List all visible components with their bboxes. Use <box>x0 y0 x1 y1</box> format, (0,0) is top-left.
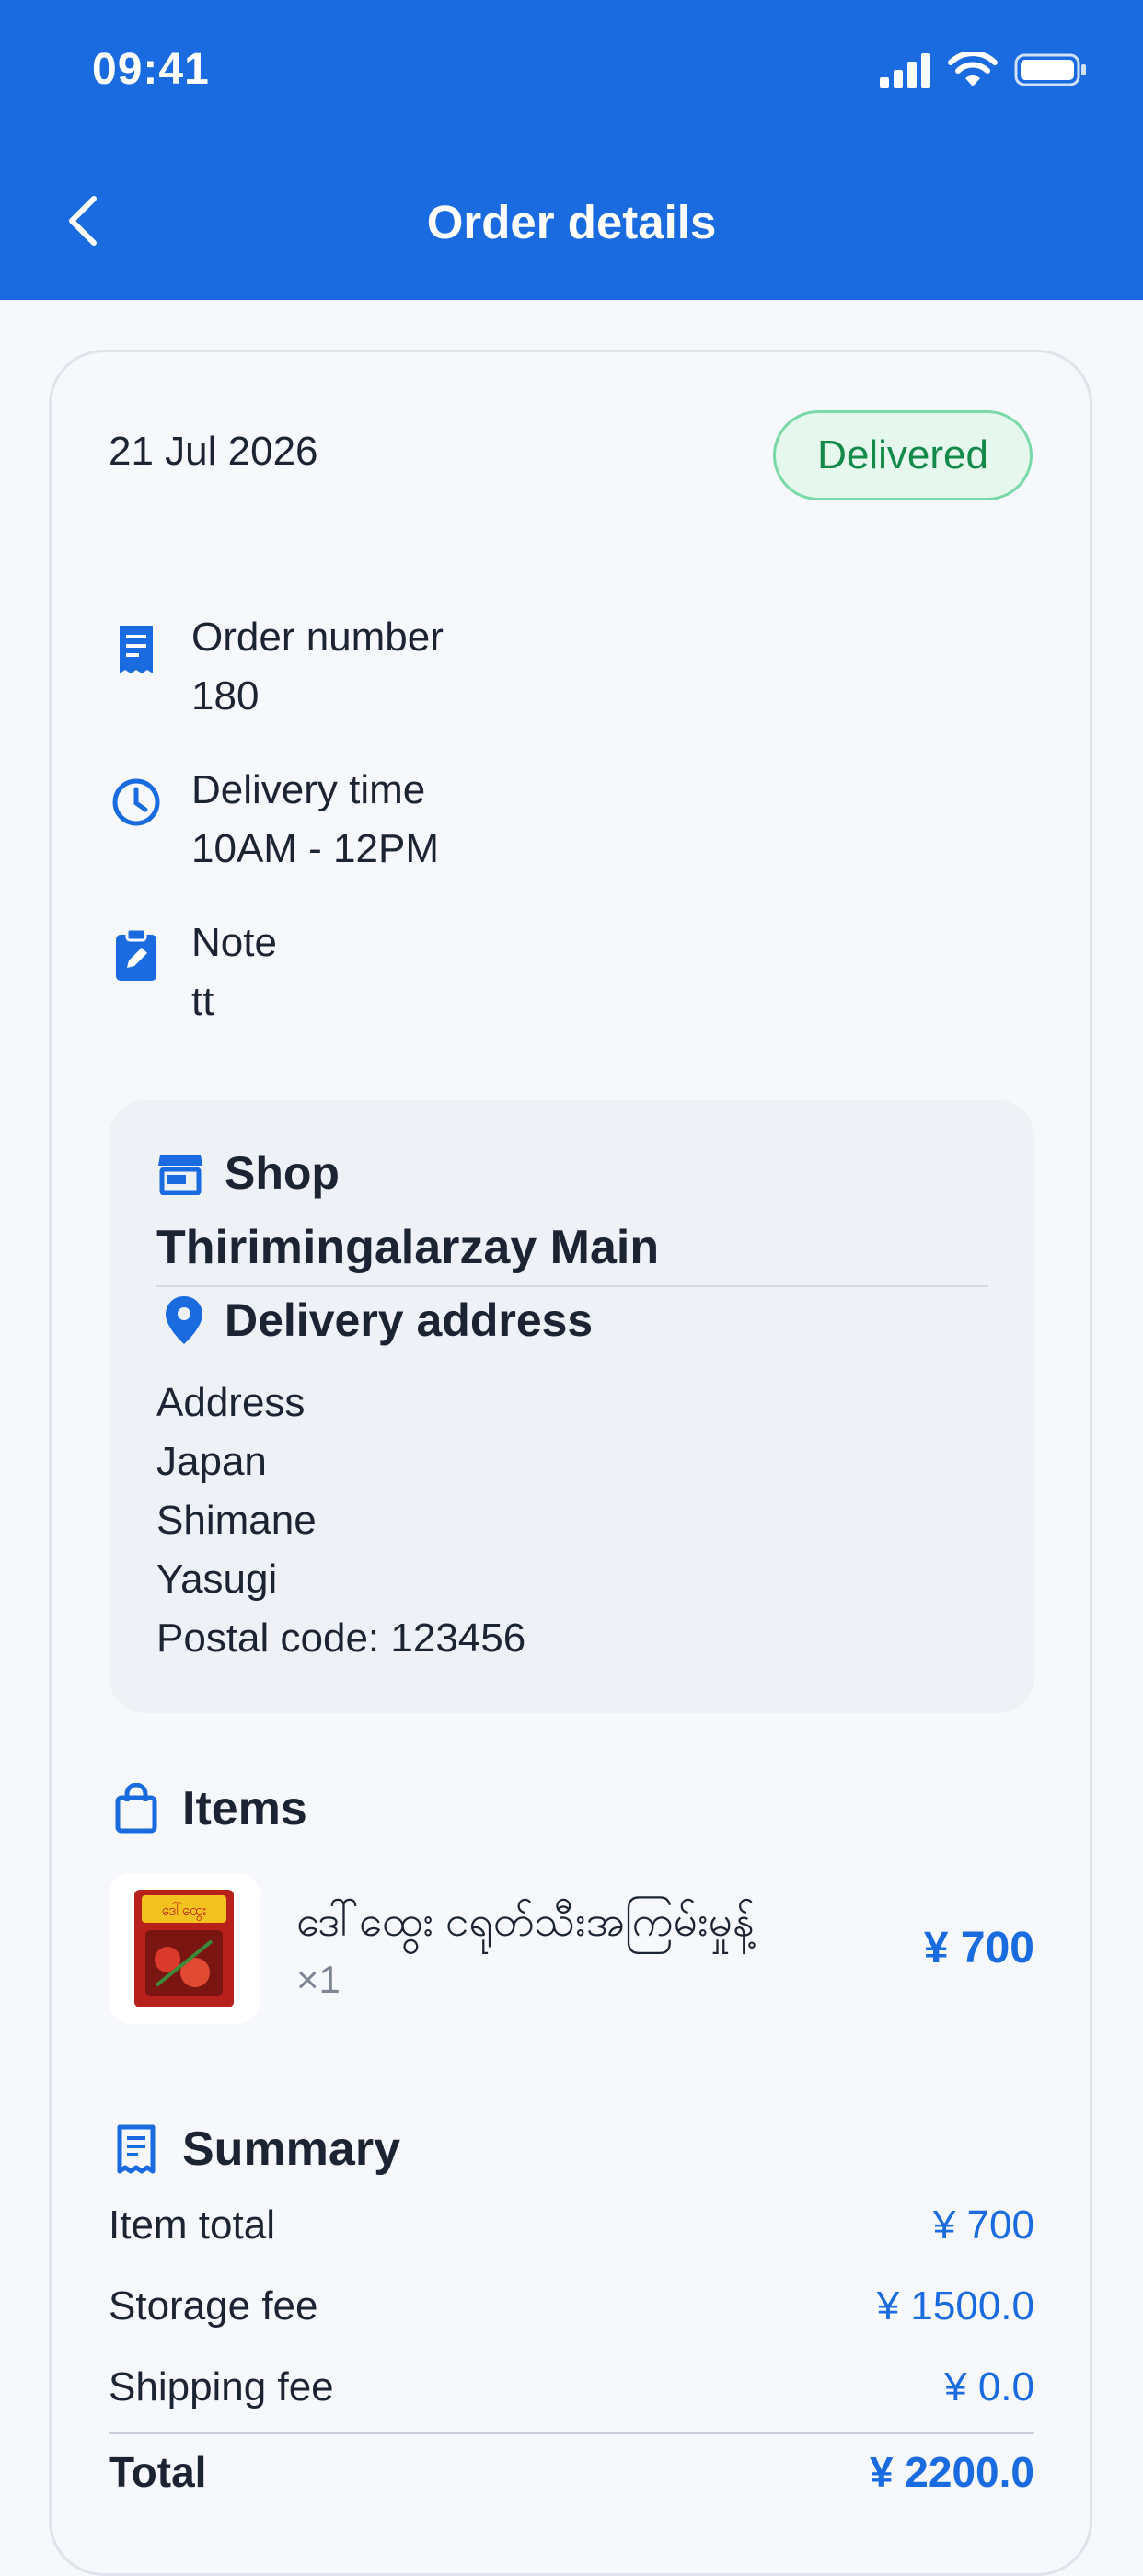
app-bar: 09:41 Order details <box>0 0 1143 300</box>
address-line: Yasugi <box>156 1557 278 1602</box>
shopping-bag-icon <box>115 1783 157 1834</box>
address-line: Japan <box>156 1439 267 1484</box>
clipboard-edit-icon <box>109 927 164 983</box>
items-heading: Items <box>114 1781 307 1836</box>
item-price: ¥ 700 <box>923 1924 1034 1972</box>
summary-heading: Summary <box>114 2122 400 2177</box>
total-label: Total <box>109 2448 207 2496</box>
location-pin-icon <box>166 1296 202 1344</box>
address-line: Postal code: 123456 <box>156 1616 526 1661</box>
clock-icon <box>109 775 164 830</box>
item-image-label: ဒေါ်ထွေး <box>162 1902 207 1921</box>
page-title: Order details <box>426 196 717 248</box>
note-value: tt <box>191 979 214 1024</box>
delivery-address-heading: Delivery address <box>164 1294 593 1347</box>
divider <box>156 1285 988 1287</box>
item-name: ဒေါ်ထွေး ငရုတ်သီးအကြမ်းမှုန့် <box>296 1897 755 1945</box>
shop-heading: Shop <box>156 1146 340 1200</box>
receipt-icon <box>117 2124 156 2174</box>
address-line: Shimane <box>156 1498 317 1543</box>
shipping-fee-label: Shipping fee <box>109 2364 334 2409</box>
shop-heading-text: Shop <box>225 1147 340 1199</box>
order-date: 21 Jul 2026 <box>109 429 318 474</box>
receipt-icon <box>109 622 164 677</box>
shop-name: Thirimingalarzay Main <box>156 1221 660 1274</box>
battery-icon <box>1014 53 1086 86</box>
shop-address-panel: Shop Thirimingalarzay Main Delivery addr… <box>109 1100 1034 1713</box>
address-line: Address <box>156 1380 306 1425</box>
status-time: 09:41 <box>92 45 210 94</box>
signal-icon <box>880 53 930 88</box>
item-quantity: ×1 <box>296 1958 341 2001</box>
total-value: ¥ 2200.0 <box>869 2448 1034 2496</box>
item-total-label: Item total <box>109 2202 275 2248</box>
store-icon <box>158 1155 202 1195</box>
status-icons <box>880 52 1088 88</box>
storage-fee-label: Storage fee <box>109 2283 318 2329</box>
delivery-address-heading-text: Delivery address <box>225 1294 594 1346</box>
status-badge: Delivered <box>773 410 1033 500</box>
wifi-icon <box>948 52 998 86</box>
item-total-value: ¥ 700 <box>932 2202 1034 2248</box>
items-heading-text: Items <box>182 1782 307 1835</box>
delivery-time-label: Delivery time <box>191 767 426 812</box>
order-number-label: Order number <box>191 615 444 660</box>
order-number-value: 180 <box>191 673 260 719</box>
shipping-fee-value: ¥ 0.0 <box>944 2364 1034 2409</box>
item-image[interactable]: ဒေါ်ထွေး <box>109 1873 260 2024</box>
note-label: Note <box>191 920 277 965</box>
summary-divider <box>109 2432 1034 2434</box>
storage-fee-value: ¥ 1500.0 <box>876 2283 1034 2329</box>
delivery-time-value: 10AM - 12PM <box>191 826 439 871</box>
summary-heading-text: Summary <box>182 2122 400 2176</box>
